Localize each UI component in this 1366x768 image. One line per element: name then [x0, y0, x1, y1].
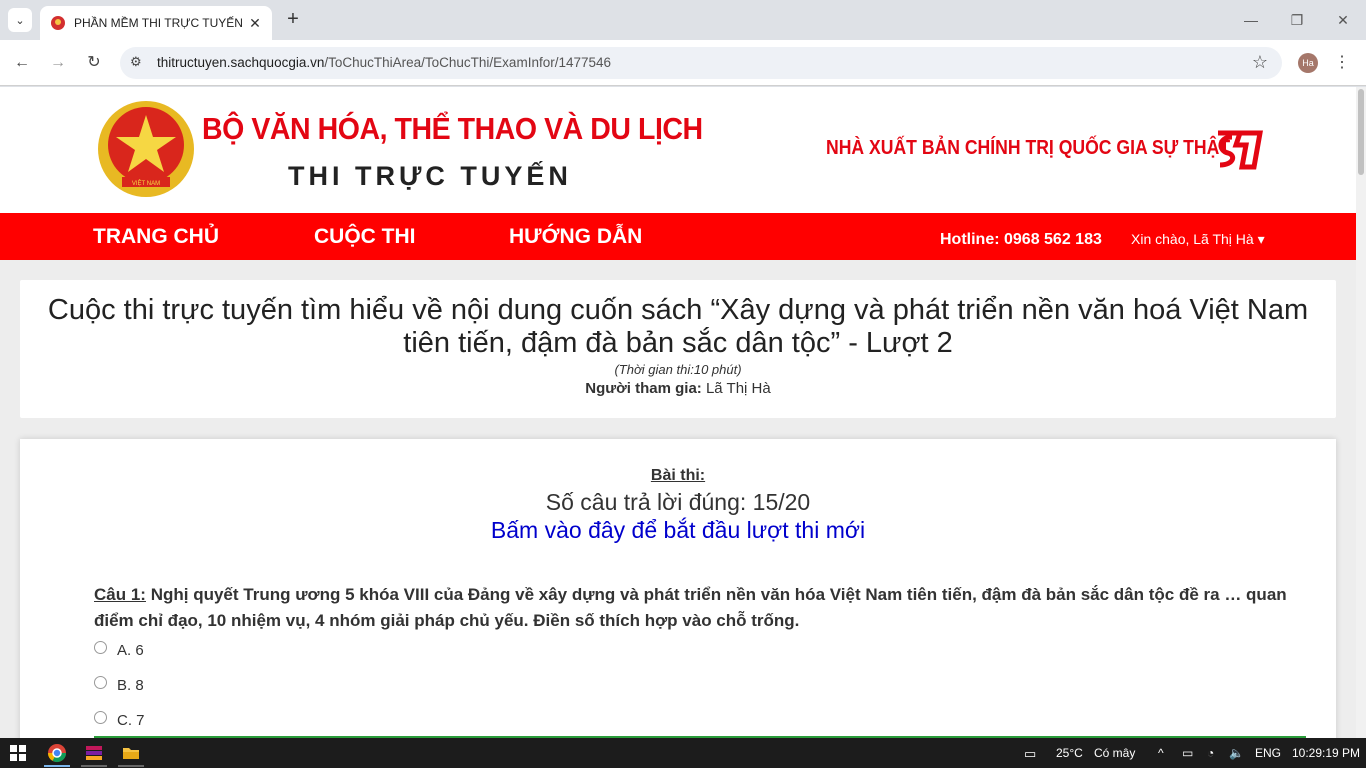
- profile-avatar[interactable]: Ha: [1298, 53, 1318, 73]
- address-bar[interactable]: ⚙ thitructuyen.sachquocgia.vn/ToChucThiA…: [120, 47, 1282, 79]
- reload-icon[interactable]: ↻: [82, 51, 106, 75]
- stack-app-indicator: [81, 765, 107, 767]
- windows-start-icon[interactable]: [10, 745, 26, 761]
- nav-guide-link[interactable]: HƯỚNG DẪN: [509, 225, 642, 249]
- restore-icon[interactable]: ❐: [1274, 6, 1320, 34]
- file-explorer-icon[interactable]: [121, 743, 141, 763]
- page-scrollbar[interactable]: [1356, 87, 1366, 738]
- site-header: VIỆT NAM BỘ VĂN HÓA, THỂ THAO VÀ DU LỊCH…: [0, 87, 1356, 213]
- volume-icon[interactable]: 🔈: [1229, 746, 1244, 760]
- site-favicon-icon: [51, 16, 65, 30]
- option-c-label: C. 7: [117, 712, 145, 729]
- exam-card: Bài thi: Số câu trả lời đúng: 15/20 Bấm …: [20, 439, 1336, 738]
- option-b[interactable]: B. 8: [94, 676, 144, 694]
- option-a-label: A. 6: [117, 642, 144, 659]
- option-b-radio[interactable]: [94, 676, 107, 689]
- option-c-radio[interactable]: [94, 711, 107, 724]
- score-text: Số câu trả lời đúng: 15/20: [545, 489, 811, 515]
- language-indicator[interactable]: ENG: [1255, 746, 1281, 760]
- publisher-name: NHÀ XUẤT BẢN CHÍNH TRỊ QUỐC GIA SỰ THẬT: [826, 137, 1231, 159]
- browser-toolbar: ← → ↻ ⚙ thitructuyen.sachquocgia.vn/ToCh…: [0, 40, 1366, 86]
- back-arrow-icon[interactable]: ←: [10, 51, 34, 75]
- nav-home-link[interactable]: TRANG CHỦ: [93, 225, 219, 249]
- user-greeting-dropdown[interactable]: Xin chào, Lã Thị Hà ▾: [1131, 231, 1265, 248]
- exam-duration: (Thời gian thi:10 phút): [614, 362, 742, 377]
- question-text: Nghị quyết Trung ương 5 khóa VIII của Đả…: [94, 585, 1287, 630]
- option-b-label: B. 8: [117, 677, 144, 694]
- option-c[interactable]: C. 7: [94, 711, 145, 729]
- minimize-icon[interactable]: —: [1228, 6, 1274, 34]
- start-new-attempt-link[interactable]: Bấm vào đây để bắt đầu lượt thi mới: [20, 517, 1336, 544]
- chrome-app-icon[interactable]: [47, 743, 67, 763]
- option-a[interactable]: A. 6: [94, 641, 144, 659]
- browser-menu-icon[interactable]: ⋮: [1334, 52, 1350, 72]
- explorer-indicator: [118, 765, 144, 767]
- main-navbar: TRANG CHỦ CUỘC THI HƯỚNG DẪN Hotline: 09…: [0, 213, 1356, 260]
- clock-time[interactable]: 10:29:19 PM: [1292, 746, 1360, 760]
- stack-app-icon[interactable]: [84, 743, 104, 763]
- windows-taskbar: ▭ 25°C Có mây ^ ▭ ◔ 🔈 ENG 10:29:19 PM: [0, 738, 1366, 768]
- nav-contest-link[interactable]: CUỘC THI: [314, 225, 416, 249]
- exam-label: Bài thi:: [650, 467, 706, 484]
- question-number: Câu 1:: [94, 585, 146, 604]
- ministry-name: BỘ VĂN HÓA, THỂ THAO VÀ DU LỊCH: [202, 111, 703, 146]
- question-1: Câu 1: Nghị quyết Trung ương 5 khóa VIII…: [94, 582, 1314, 634]
- forward-arrow-icon[interactable]: →: [46, 51, 70, 75]
- st-publisher-logo: [1218, 130, 1263, 170]
- hotline-text: Hotline: 0968 562 183: [940, 231, 1102, 248]
- participant-line: Người tham gia: Lã Thị Hà: [20, 380, 1336, 397]
- tab-close-icon[interactable]: ✕: [246, 15, 264, 32]
- battery-icon[interactable]: ▭: [1182, 746, 1193, 760]
- url-host: thitructuyen.sachquocgia.vn: [157, 55, 325, 70]
- site-info-icon[interactable]: ⚙: [130, 54, 142, 70]
- emblem-text: VIỆT NAM: [132, 179, 160, 187]
- page-viewport: VIỆT NAM BỘ VĂN HÓA, THỂ THAO VÀ DU LỊCH…: [0, 87, 1356, 738]
- participant-name: Lã Thị Hà: [705, 380, 771, 397]
- tab-search-chevron-icon[interactable]: ⌄: [8, 8, 32, 32]
- wifi-icon[interactable]: ◔: [1207, 746, 1214, 760]
- national-emblem-logo[interactable]: VIỆT NAM: [96, 99, 196, 201]
- weather-text[interactable]: Có mây: [1094, 746, 1135, 760]
- tab-strip: ⌄ PHẦN MỀM THI TRỰC TUYẾN - ✕ + — ❐ ✕: [0, 0, 1366, 40]
- option-a-radio[interactable]: [94, 641, 107, 654]
- participant-label: Người tham gia:: [585, 380, 702, 397]
- chrome-active-indicator: [44, 765, 70, 767]
- new-tab-icon[interactable]: +: [282, 8, 304, 30]
- url-text: thitructuyen.sachquocgia.vn/ToChucThiAre…: [157, 55, 611, 70]
- scrollbar-thumb[interactable]: [1358, 89, 1364, 175]
- window-close-icon[interactable]: ✕: [1320, 6, 1366, 34]
- temperature-text[interactable]: 25°C: [1056, 746, 1083, 760]
- browser-tab[interactable]: PHẦN MỀM THI TRỰC TUYẾN - ✕: [40, 6, 272, 40]
- bookmark-star-icon[interactable]: ☆: [1252, 52, 1268, 73]
- site-subtitle: THI TRỰC TUYẾN: [288, 161, 572, 191]
- tray-chevron-up-icon[interactable]: ^: [1158, 746, 1164, 760]
- url-path: /ToChucThiArea/ToChucThi/ExamInfor/14775…: [324, 55, 612, 70]
- contest-title: Cuộc thi trực tuyến tìm hiểu về nội dung…: [47, 294, 1309, 359]
- contest-info-card: Cuộc thi trực tuyến tìm hiểu về nội dung…: [20, 280, 1336, 418]
- widgets-icon[interactable]: ▭: [1024, 746, 1036, 762]
- tab-title: PHẦN MỀM THI TRỰC TUYẾN -: [74, 16, 244, 30]
